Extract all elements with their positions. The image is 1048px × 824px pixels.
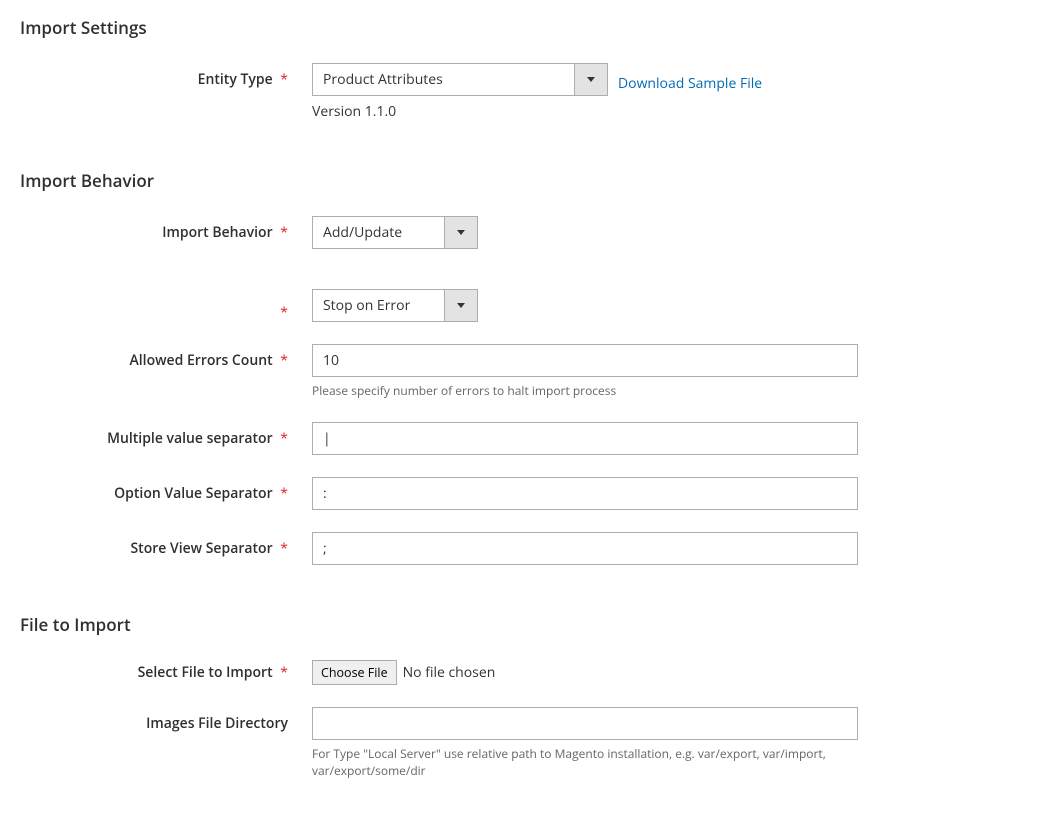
download-sample-file-link[interactable]: Download Sample File [618,67,762,93]
option-sep-label: Option Value Separator * [20,477,312,503]
store-sep-label: Store View Separator * [20,532,312,558]
import-behavior-select-value: Add/Update [313,217,444,248]
images-dir-note: For Type "Local Server" use relative pat… [312,746,832,780]
multi-sep-label: Multiple value separator * [20,422,312,448]
chevron-down-icon [587,77,595,82]
entity-type-select-button[interactable] [574,64,607,95]
multi-sep-label-text: Multiple value separator [107,429,273,448]
required-asterisk: * [280,303,288,322]
file-chosen-status: No file chosen [403,663,496,682]
choose-file-button[interactable]: Choose File [312,660,397,685]
allowed-errors-note: Please specify number of errors to halt … [312,383,872,400]
store-sep-label-text: Store View Separator [130,539,272,558]
chevron-down-icon [457,303,465,308]
allowed-errors-label: Allowed Errors Count * [20,344,312,370]
required-asterisk: * [280,223,288,242]
required-asterisk: * [280,539,288,558]
import-behavior-select-button[interactable] [444,217,477,248]
required-asterisk: * [280,429,288,448]
import-behavior-label: Import Behavior * [20,216,312,242]
import-behavior-label-text: Import Behavior [162,223,272,242]
version-text: Version 1.1.0 [312,102,872,121]
validation-strategy-select-button[interactable] [444,290,477,321]
entity-type-label-text: Entity Type [198,70,273,89]
images-dir-label: Images File Directory [20,707,312,733]
multi-sep-input[interactable] [312,422,858,455]
entity-type-select-value: Product Attributes [313,64,574,95]
section-title-file-to-import: File to Import [20,613,1028,636]
allowed-errors-input[interactable] [312,344,858,377]
select-file-label: Select File to Import * [20,660,312,682]
section-title-import-settings: Import Settings [20,16,1028,39]
validation-strategy-select[interactable]: Stop on Error [312,289,478,322]
required-asterisk: * [280,484,288,503]
chevron-down-icon [457,230,465,235]
section-title-import-behavior: Import Behavior [20,169,1028,192]
required-asterisk: * [280,351,288,370]
option-sep-label-text: Option Value Separator [114,484,272,503]
select-file-label-text: Select File to Import [138,663,273,682]
import-behavior-select[interactable]: Add/Update [312,216,478,249]
validation-strategy-select-value: Stop on Error [313,290,444,321]
store-sep-input[interactable] [312,532,858,565]
entity-type-label: Entity Type * [20,63,312,89]
option-sep-input[interactable] [312,477,858,510]
entity-type-select[interactable]: Product Attributes [312,63,608,96]
images-dir-input[interactable] [312,707,858,740]
images-dir-label-text: Images File Directory [146,714,288,733]
required-asterisk: * [280,70,288,89]
allowed-errors-label-text: Allowed Errors Count [130,351,273,370]
required-asterisk: * [280,663,288,682]
validation-strategy-label: * [20,289,312,322]
